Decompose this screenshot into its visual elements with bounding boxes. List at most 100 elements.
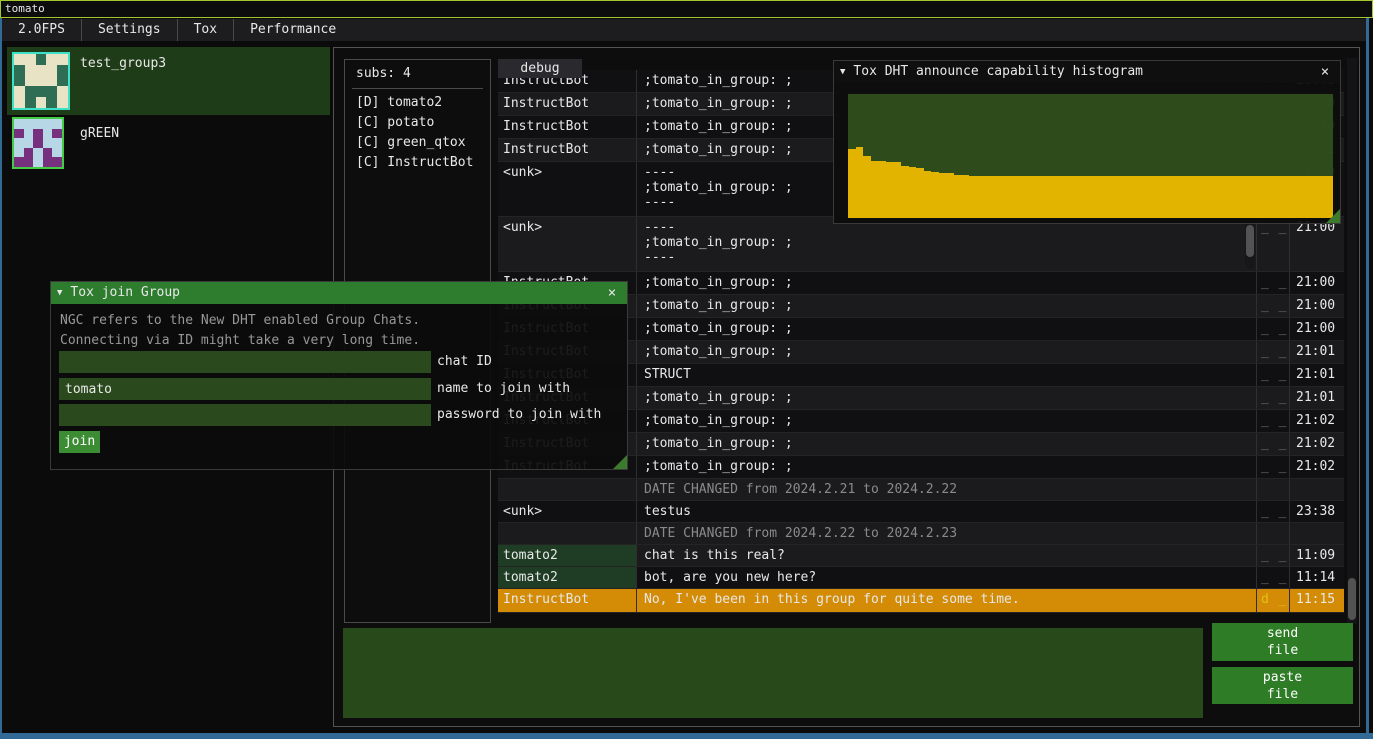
- chat-id-input[interactable]: [59, 351, 431, 373]
- join-info-line-2: Connecting via ID might take a very long…: [51, 331, 420, 351]
- message-time: 21:01: [1290, 364, 1343, 386]
- message-text: STRUCT: [637, 364, 1257, 386]
- join-group-titlebar[interactable]: ▼ Tox join Group ×: [51, 282, 627, 304]
- date-separator-row[interactable]: DATE CHANGED from 2024.2.22 to 2024.2.23: [498, 523, 1344, 545]
- message-text: ;tomato_in_group: ;: [637, 341, 1257, 363]
- histogram-bar: [939, 173, 947, 218]
- histogram-bar: [1037, 176, 1045, 218]
- message-time: 21:02: [1290, 433, 1343, 455]
- message-status: _ _: [1257, 501, 1290, 522]
- message-status: _ _: [1257, 410, 1290, 432]
- group-name: gREEN: [80, 126, 119, 141]
- group-item-test_group3[interactable]: test_group3: [7, 47, 330, 115]
- histogram-bar: [992, 176, 1000, 218]
- histogram-bar: [954, 175, 962, 218]
- message-text: ;tomato_in_group: ;: [637, 433, 1257, 455]
- message-time: 11:15: [1290, 589, 1343, 612]
- fps-counter: 2.0FPS: [2, 19, 82, 41]
- message-time: 21:01: [1290, 387, 1343, 409]
- send-file-button[interactable]: send file: [1212, 623, 1353, 661]
- histogram-bar: [856, 147, 864, 218]
- histogram-bar: [931, 172, 939, 218]
- chat-row[interactable]: <unk>testus_ _23:38: [498, 501, 1344, 523]
- menu-bar: 2.0FPS SettingsToxPerformance: [2, 19, 1366, 41]
- chat-row[interactable]: tomato2bot, are you new here?_ _11:14: [498, 567, 1344, 589]
- screen-edge-bottom: [0, 733, 1373, 739]
- histogram-bar: [916, 168, 924, 218]
- histogram-bar: [1091, 176, 1099, 218]
- message-author: [498, 479, 637, 500]
- message-author: <unk>: [498, 217, 637, 271]
- screen-edge-left: [0, 18, 2, 739]
- histogram-bar: [1181, 176, 1189, 218]
- message-status: _ _: [1257, 318, 1290, 340]
- close-icon[interactable]: ×: [1316, 61, 1334, 83]
- message-status: _ _: [1257, 545, 1290, 566]
- histogram-bar: [901, 166, 909, 218]
- message-author: <unk>: [498, 501, 637, 522]
- histogram-bar: [1053, 176, 1061, 218]
- join-password-input[interactable]: [59, 404, 431, 426]
- tab-debug[interactable]: debug: [498, 59, 582, 78]
- message-scrollbar-thumb[interactable]: [1246, 225, 1254, 257]
- histogram-bar: [1310, 176, 1318, 218]
- message-time: 21:00: [1290, 272, 1343, 294]
- histogram-bar: [1265, 176, 1273, 218]
- message-text: ;tomato_in_group: ;: [637, 410, 1257, 432]
- join-name-input[interactable]: [59, 378, 431, 400]
- message-time: 21:00: [1290, 318, 1343, 340]
- message-status: _ _: [1257, 456, 1290, 478]
- histogram-bar: [962, 175, 970, 218]
- message-time: 11:09: [1290, 545, 1343, 566]
- message-status: _ _: [1257, 387, 1290, 409]
- histogram-bar: [1068, 176, 1076, 218]
- histogram-bar: [1303, 176, 1311, 218]
- histogram-bar: [1318, 176, 1326, 218]
- group-item-gREEN[interactable]: gREEN: [7, 117, 330, 171]
- app-screen: tomato 2.0FPS SettingsToxPerformance tes…: [0, 0, 1373, 739]
- message-text: bot, are you new here?: [637, 567, 1257, 588]
- message-text: ---- ;tomato_in_group: ; ----: [637, 217, 1257, 271]
- date-separator-row[interactable]: DATE CHANGED from 2024.2.21 to 2024.2.22: [498, 479, 1344, 501]
- histogram-bar: [984, 176, 992, 218]
- chat-scrollbar[interactable]: [1347, 58, 1357, 624]
- dht-histogram-title: Tox DHT announce capability histogram: [845, 61, 1316, 83]
- resize-grip[interactable]: [1326, 209, 1340, 223]
- menu-item-performance[interactable]: Performance: [234, 19, 352, 41]
- chat-scrollbar-thumb[interactable]: [1348, 578, 1356, 620]
- member-item[interactable]: [C] InstructBot: [345, 153, 490, 173]
- paste-file-button[interactable]: paste file: [1212, 667, 1353, 704]
- resize-grip[interactable]: [613, 455, 627, 469]
- close-icon[interactable]: ×: [603, 282, 621, 304]
- message-scrollbar[interactable]: [1245, 219, 1255, 269]
- member-item[interactable]: [C] potato: [345, 113, 490, 133]
- group-avatar: [12, 52, 70, 110]
- histogram-bar: [1204, 176, 1212, 218]
- message-text: No, I've been in this group for quite so…: [637, 589, 1257, 612]
- message-author: [498, 523, 637, 544]
- message-input[interactable]: [343, 628, 1203, 718]
- dht-histogram-titlebar[interactable]: ▼ Tox DHT announce capability histogram …: [834, 61, 1340, 83]
- histogram-bar: [863, 156, 871, 218]
- menu-item-settings[interactable]: Settings: [82, 19, 178, 41]
- member-item[interactable]: [C] green_qtox: [345, 133, 490, 153]
- histogram-bar: [1272, 176, 1280, 218]
- histogram-bar: [1128, 176, 1136, 218]
- histogram-bar: [1250, 176, 1258, 218]
- message-time: 21:02: [1290, 456, 1343, 478]
- chat-row[interactable]: InstructBotNo, I've been in this group f…: [498, 589, 1344, 613]
- chat-row[interactable]: <unk>---- ;tomato_in_group: ; ----_ _21:…: [498, 217, 1344, 272]
- histogram-bar: [1189, 176, 1197, 218]
- histogram-bar: [1151, 176, 1159, 218]
- histogram-bar: [1106, 176, 1114, 218]
- join-button[interactable]: join: [59, 431, 100, 453]
- message-author: InstructBot: [498, 116, 637, 138]
- histogram-bar: [1257, 176, 1265, 218]
- message-author: <unk>: [498, 162, 637, 216]
- member-item[interactable]: [D] tomato2: [345, 93, 490, 113]
- message-author: tomato2: [498, 545, 637, 566]
- chat-row[interactable]: tomato2chat is this real?_ _11:09: [498, 545, 1344, 567]
- histogram-bar: [1295, 176, 1303, 218]
- menu-item-tox[interactable]: Tox: [178, 19, 234, 41]
- message-status: _ _: [1257, 295, 1290, 317]
